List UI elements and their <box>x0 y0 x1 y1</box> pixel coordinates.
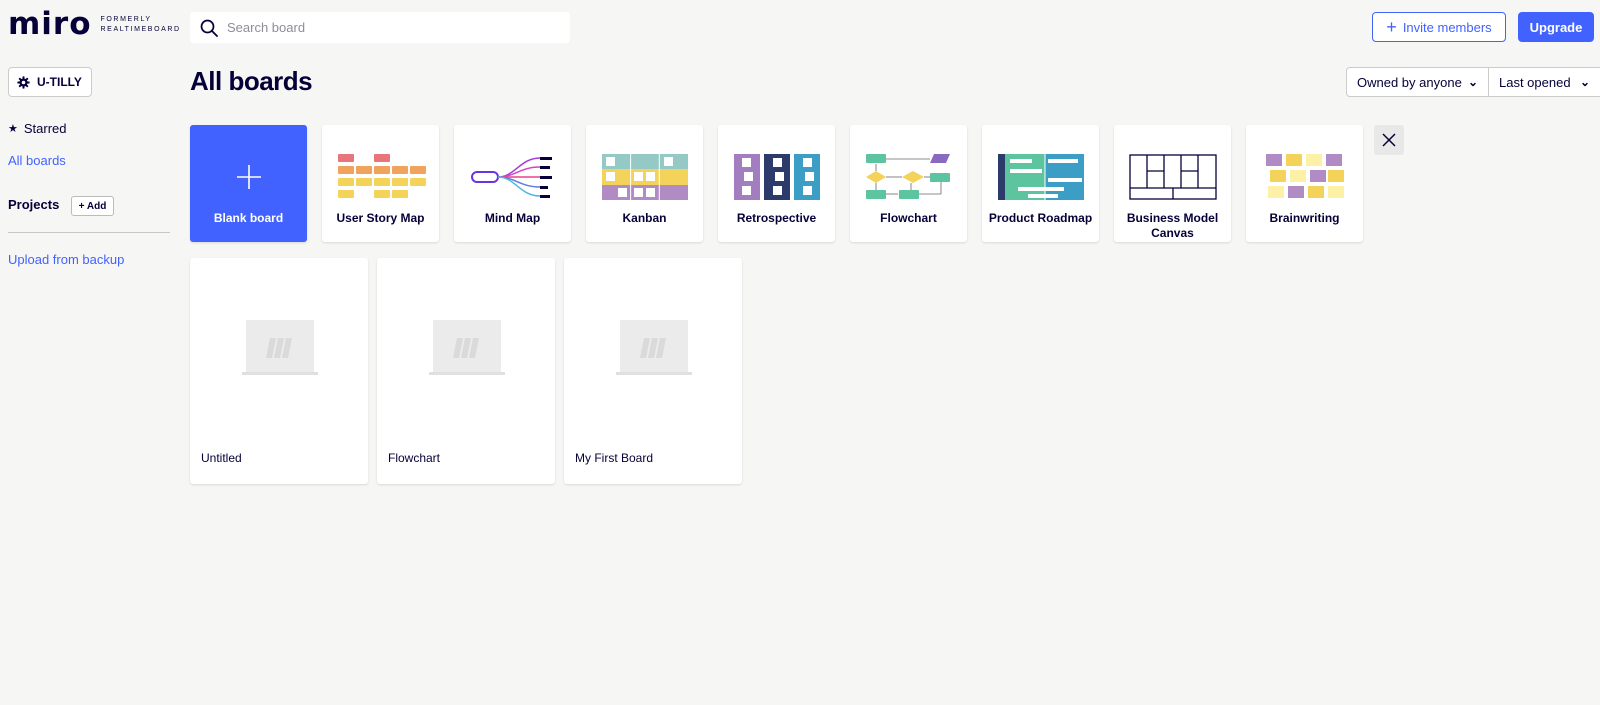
sort-dropdown[interactable]: Last opened ⌄ <box>1488 67 1600 97</box>
upgrade-button[interactable]: Upgrade <box>1518 12 1594 42</box>
template-label: Mind Map <box>484 211 541 225</box>
board-card[interactable]: Untitled <box>190 258 368 484</box>
business-model-canvas-icon <box>1128 143 1217 211</box>
boards-grid: Untitled Flowchart My First Board <box>190 258 742 484</box>
logo-sub-line-1: FORMERLY <box>100 15 152 23</box>
template-user-story-map[interactable]: User Story Map <box>322 125 439 242</box>
close-icon <box>1382 133 1396 147</box>
logo-wordmark: miro <box>8 6 92 42</box>
template-flowchart[interactable]: Flowchart <box>850 125 967 242</box>
template-mind-map[interactable]: Mind Map <box>454 125 571 242</box>
plus-icon: + <box>1386 17 1397 37</box>
invite-members-label: Invite members <box>1402 19 1492 35</box>
template-retrospective[interactable]: Retrospective <box>718 125 835 242</box>
template-row: Blank board User Story Map Mind Map Kanb… <box>190 125 1363 242</box>
product-roadmap-icon <box>997 143 1084 211</box>
user-story-map-icon <box>336 143 426 211</box>
sidebar-item-all-boards[interactable]: All boards <box>8 153 66 168</box>
logo-subtitle: FORMERLY REALTIMEBOARD <box>101 15 181 35</box>
board-name: Flowchart <box>388 451 441 465</box>
board-placeholder-icon <box>242 320 318 375</box>
sort-value: Last opened <box>1499 74 1571 90</box>
star-icon: ★ <box>8 123 18 135</box>
search-box[interactable] <box>190 12 570 43</box>
add-project-button[interactable]: + Add <box>71 196 114 216</box>
board-placeholder-icon <box>429 320 505 375</box>
brainwriting-icon <box>1265 143 1344 211</box>
template-business-model-canvas[interactable]: Business Model Canvas <box>1114 125 1231 242</box>
template-label: Product Roadmap <box>988 211 1093 225</box>
team-name: U-TILLY <box>37 75 82 89</box>
owner-filter-value: Owned by anyone <box>1357 74 1462 90</box>
template-blank-board[interactable]: Blank board <box>190 125 307 242</box>
search-input[interactable] <box>227 20 557 35</box>
logo-sub-line-2: REALTIMEBOARD <box>100 25 181 33</box>
miro-logo[interactable]: miro FORMERLY REALTIMEBOARD <box>8 9 181 40</box>
template-brainwriting[interactable]: Brainwriting <box>1246 125 1363 242</box>
starred-label: Starred <box>23 121 67 136</box>
template-kanban[interactable]: Kanban <box>586 125 703 242</box>
mind-map-icon <box>470 143 556 211</box>
plus-icon <box>235 143 263 211</box>
board-card[interactable]: My First Board <box>564 258 742 484</box>
retrospective-icon <box>733 143 820 211</box>
template-product-roadmap[interactable]: Product Roadmap <box>982 125 1099 242</box>
search-icon <box>200 19 218 37</box>
board-name: My First Board <box>575 451 654 465</box>
board-card[interactable]: Flowchart <box>377 258 555 484</box>
flowchart-icon <box>865 143 952 211</box>
team-settings-button[interactable]: U-TILLY <box>8 67 92 97</box>
template-label: User Story Map <box>336 211 425 225</box>
page-title: All boards <box>190 66 313 96</box>
sidebar-item-starred[interactable]: ★ Starred <box>8 121 67 136</box>
invite-members-button[interactable]: + Invite members <box>1372 12 1506 42</box>
chevron-down-icon: ⌄ <box>1467 75 1478 89</box>
close-templates-button[interactable] <box>1374 125 1404 155</box>
board-placeholder-icon <box>616 320 692 375</box>
board-name: Untitled <box>201 451 242 465</box>
projects-heading: Projects <box>8 197 60 212</box>
template-label: Business Model Canvas <box>1126 211 1219 240</box>
sidebar-divider <box>8 232 170 233</box>
chevron-down-icon: ⌄ <box>1579 75 1590 89</box>
template-label: Kanban <box>622 211 667 225</box>
template-label: Brainwriting <box>1269 211 1340 225</box>
template-label: Retrospective <box>736 211 817 225</box>
template-label: Blank board <box>213 211 284 225</box>
kanban-icon <box>601 143 688 211</box>
template-label: Flowchart <box>880 211 937 225</box>
gear-icon <box>17 75 30 89</box>
upload-from-backup-link[interactable]: Upload from backup <box>8 252 124 267</box>
owner-filter-dropdown[interactable]: Owned by anyone ⌄ <box>1346 67 1489 97</box>
